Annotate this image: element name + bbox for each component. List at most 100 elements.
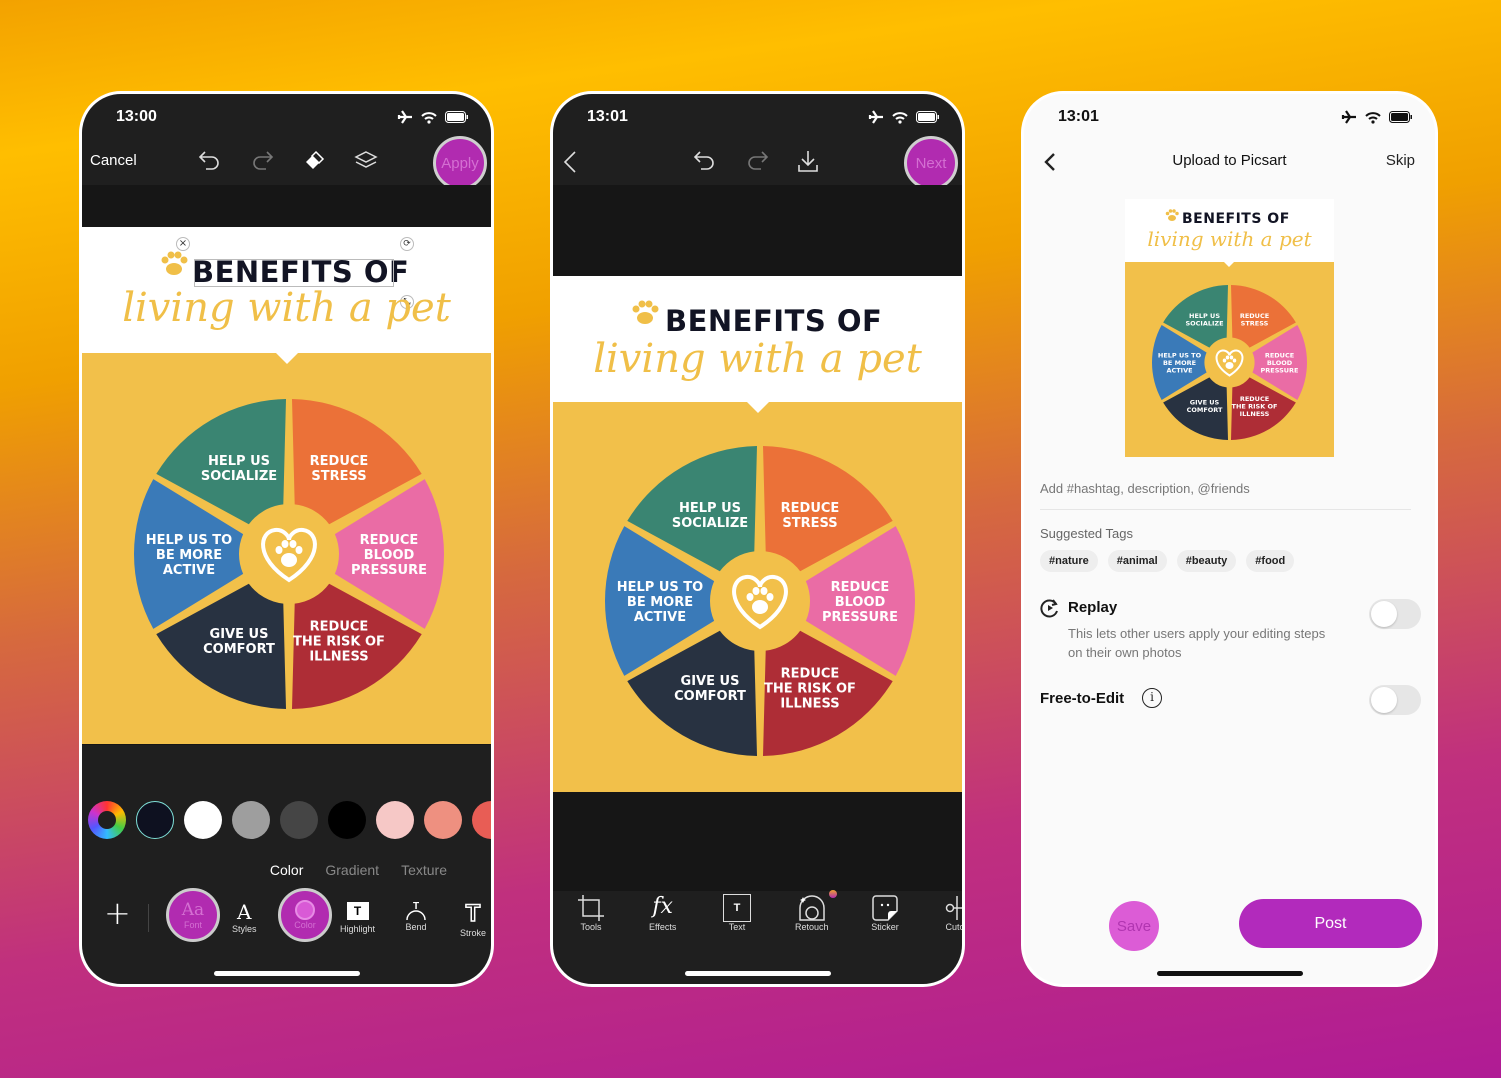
status-time: 13:00 <box>116 108 157 125</box>
benefits-wheel: HELP US SOCIALIZEREDUCE STRESSREDUCE BLOOD P… <box>133 399 444 709</box>
save-button[interactable]: Save <box>1109 901 1159 951</box>
tab-color[interactable]: Color <box>270 862 303 878</box>
color-picker-wheel-icon[interactable] <box>88 801 126 839</box>
poster-body: HELP US SOCIALIZE REDUCE STRESS REDUCE BLOOD P… <box>553 401 962 792</box>
tool-highlight[interactable]: T Highlight <box>340 902 375 934</box>
crop-icon <box>578 895 604 921</box>
poster-body: HELP US SOCIALIZE REDUCE STRESS REDUCE BLOOD P… <box>1125 261 1334 457</box>
apply-button[interactable]: Apply <box>433 136 487 190</box>
editor-toolbar: Cancel Apply <box>82 136 491 190</box>
info-icon[interactable]: i <box>1142 688 1162 708</box>
phone-text-editor: 13:00 Cancel Apply BENEFITS OF × ⟳ ⤡ liv… <box>79 91 494 987</box>
tool-label: Sticker <box>871 922 899 932</box>
tool-label: Stroke <box>460 928 487 938</box>
replay-label: Replay <box>1068 599 1118 616</box>
back-icon[interactable] <box>563 150 577 174</box>
color-swatches <box>88 801 491 839</box>
font-icon: Aa <box>181 900 205 920</box>
next-button[interactable]: Next <box>904 136 958 190</box>
upload-header: Upload to Picsart Skip <box>1024 140 1435 185</box>
eraser-icon[interactable] <box>302 149 326 173</box>
redo-icon[interactable] <box>250 150 274 172</box>
redo-icon[interactable] <box>745 150 769 172</box>
color-swatch[interactable] <box>184 801 222 839</box>
add-icon[interactable]: + <box>104 894 131 932</box>
divider <box>148 904 149 932</box>
description-input[interactable]: Add #hashtag, description, @friends <box>1040 481 1250 496</box>
stroke-icon: T <box>465 899 481 928</box>
tool-styles[interactable]: A Styles <box>232 900 257 934</box>
tool-font[interactable]: Aa Font <box>166 888 220 942</box>
text-tools-bar: + Aa Font A Styles Color T Highlight T B… <box>82 884 491 984</box>
color-swatch[interactable] <box>328 801 366 839</box>
color-swatch[interactable] <box>232 801 270 839</box>
download-icon[interactable] <box>797 149 819 173</box>
airplane-icon <box>868 110 883 124</box>
tag-chip[interactable]: #beauty <box>1176 550 1237 572</box>
new-badge <box>829 890 837 898</box>
home-indicator <box>684 971 831 976</box>
cancel-button[interactable]: Cancel <box>90 152 137 169</box>
wheel-segment-label: REDUCE STRESS <box>781 501 840 531</box>
color-swatch[interactable] <box>472 801 491 839</box>
color-swatch[interactable] <box>376 801 414 839</box>
status-time: 13:01 <box>587 108 628 125</box>
text-selection-box[interactable] <box>194 259 394 287</box>
tool-label: Color <box>294 920 316 930</box>
wheel-segment-label: GIVE US COMFORT <box>1187 399 1223 415</box>
poster-body: HELP US SOCIALIZE REDUCE STRESS REDUCE BLOOD P… <box>82 352 491 744</box>
tool-retouch[interactable]: Retouch <box>795 894 829 932</box>
tool-text[interactable]: T Text <box>723 894 751 932</box>
tool-label: Effects <box>649 922 677 932</box>
tool-sticker[interactable]: Sticker <box>871 894 899 932</box>
replay-description-line: This lets other users apply your editing… <box>1068 626 1326 641</box>
tab-texture[interactable]: Texture <box>401 862 447 878</box>
image-preview[interactable]: BENEFITS OF living with a pet HELP US SOC… <box>1125 199 1334 457</box>
free-to-edit-toggle[interactable] <box>1369 685 1421 715</box>
tool-label: Retouch <box>795 922 829 932</box>
tool-cutout[interactable]: Cuto <box>945 894 962 932</box>
divider <box>1040 509 1411 510</box>
post-button[interactable]: Post <box>1239 899 1422 948</box>
battery-icon <box>445 111 468 123</box>
tag-chip[interactable]: #animal <box>1107 550 1167 572</box>
color-swatch[interactable] <box>424 801 462 839</box>
wheel-segment-label: HELP US SOCIALIZE <box>1185 312 1223 328</box>
poster-canvas[interactable]: BENEFITS OF × ⟳ ⤡ living with a pet HELP… <box>82 227 491 744</box>
tool-color[interactable]: Color <box>278 888 332 942</box>
tab-gradient[interactable]: Gradient <box>325 862 379 878</box>
paw-icon <box>632 300 659 324</box>
undo-icon[interactable] <box>198 150 222 172</box>
delete-handle-icon[interactable]: × <box>176 237 190 251</box>
tool-bend[interactable]: T Bend <box>404 900 428 932</box>
undo-icon[interactable] <box>693 150 717 172</box>
layers-icon[interactable] <box>354 150 378 172</box>
poster-notch <box>1223 261 1235 267</box>
poster-canvas[interactable]: BENEFITS OF living with a pet HELP US SOC… <box>553 276 962 792</box>
wifi-icon <box>421 111 437 124</box>
color-swatch[interactable] <box>136 801 174 839</box>
wheel-segment-label: REDUCE STRESS <box>1240 312 1269 328</box>
tool-tools[interactable]: Tools <box>577 894 605 932</box>
color-swatch[interactable] <box>280 801 318 839</box>
wheel-segment-label: GIVE US COMFORT <box>203 627 275 657</box>
tool-effects[interactable]: fx Effects <box>649 894 676 932</box>
skip-button[interactable]: Skip <box>1386 152 1415 169</box>
retouch-icon <box>799 895 825 921</box>
poster-title: BENEFITS OF <box>665 304 883 338</box>
styles-icon: A <box>237 900 252 924</box>
rotate-handle-icon[interactable]: ⟳ <box>400 237 414 251</box>
tool-label: Font <box>183 920 202 930</box>
tool-stroke[interactable]: T Stroke <box>460 899 487 938</box>
wheel-segment-label: HELP US SOCIALIZE <box>672 501 748 531</box>
status-time: 13:01 <box>1058 108 1099 125</box>
replay-icon <box>1040 599 1058 618</box>
replay-toggle[interactable] <box>1369 599 1421 629</box>
text-icon: T <box>723 894 751 922</box>
page-title: Upload to Picsart <box>1172 152 1287 169</box>
replay-description-line: on their own photos <box>1068 645 1182 660</box>
tag-chip[interactable]: #nature <box>1040 550 1098 572</box>
tool-label: Bend <box>405 922 427 932</box>
fill-type-tabs: Color Gradient Texture <box>270 862 447 878</box>
tag-chip[interactable]: #food <box>1246 550 1295 572</box>
